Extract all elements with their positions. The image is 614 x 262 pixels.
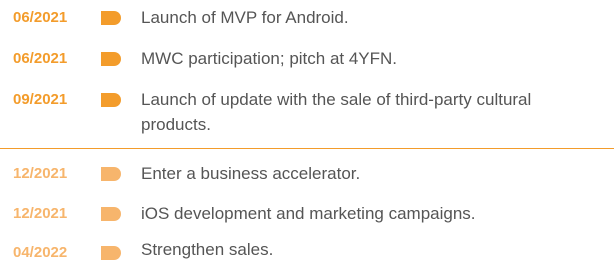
divider-line xyxy=(0,148,614,149)
milestone-text: Launch of MVP for Android. xyxy=(141,8,349,27)
milestone-text: Strengthen sales. xyxy=(141,240,274,259)
milestone-text: MWC participation; pitch at 4YFN. xyxy=(141,49,398,68)
milestone-text: Enter a business accelerator. xyxy=(141,164,361,183)
milestone-date: 04/2022 xyxy=(13,244,68,261)
milestone-date: 06/2021 xyxy=(13,50,68,67)
milestone-marker-icon xyxy=(101,93,121,107)
milestone-text: iOS development and marketing campaigns. xyxy=(141,204,476,223)
milestone-marker-icon xyxy=(101,11,121,25)
milestone-date: 12/2021 xyxy=(13,205,68,222)
milestone-date: 09/2021 xyxy=(13,91,68,108)
milestone-text-line-2: products. xyxy=(141,115,211,134)
milestone-marker-icon xyxy=(101,207,121,221)
milestone-marker-icon xyxy=(101,167,121,181)
milestone-timeline: 06/2021 Launch of MVP for Android. 06/20… xyxy=(0,0,614,262)
milestone-text-line-1: Launch of update with the sale of third-… xyxy=(141,90,532,109)
milestone-marker-icon xyxy=(101,246,121,260)
milestone-marker-icon xyxy=(101,52,121,66)
milestone-date: 06/2021 xyxy=(13,9,68,26)
milestone-date: 12/2021 xyxy=(13,165,68,182)
